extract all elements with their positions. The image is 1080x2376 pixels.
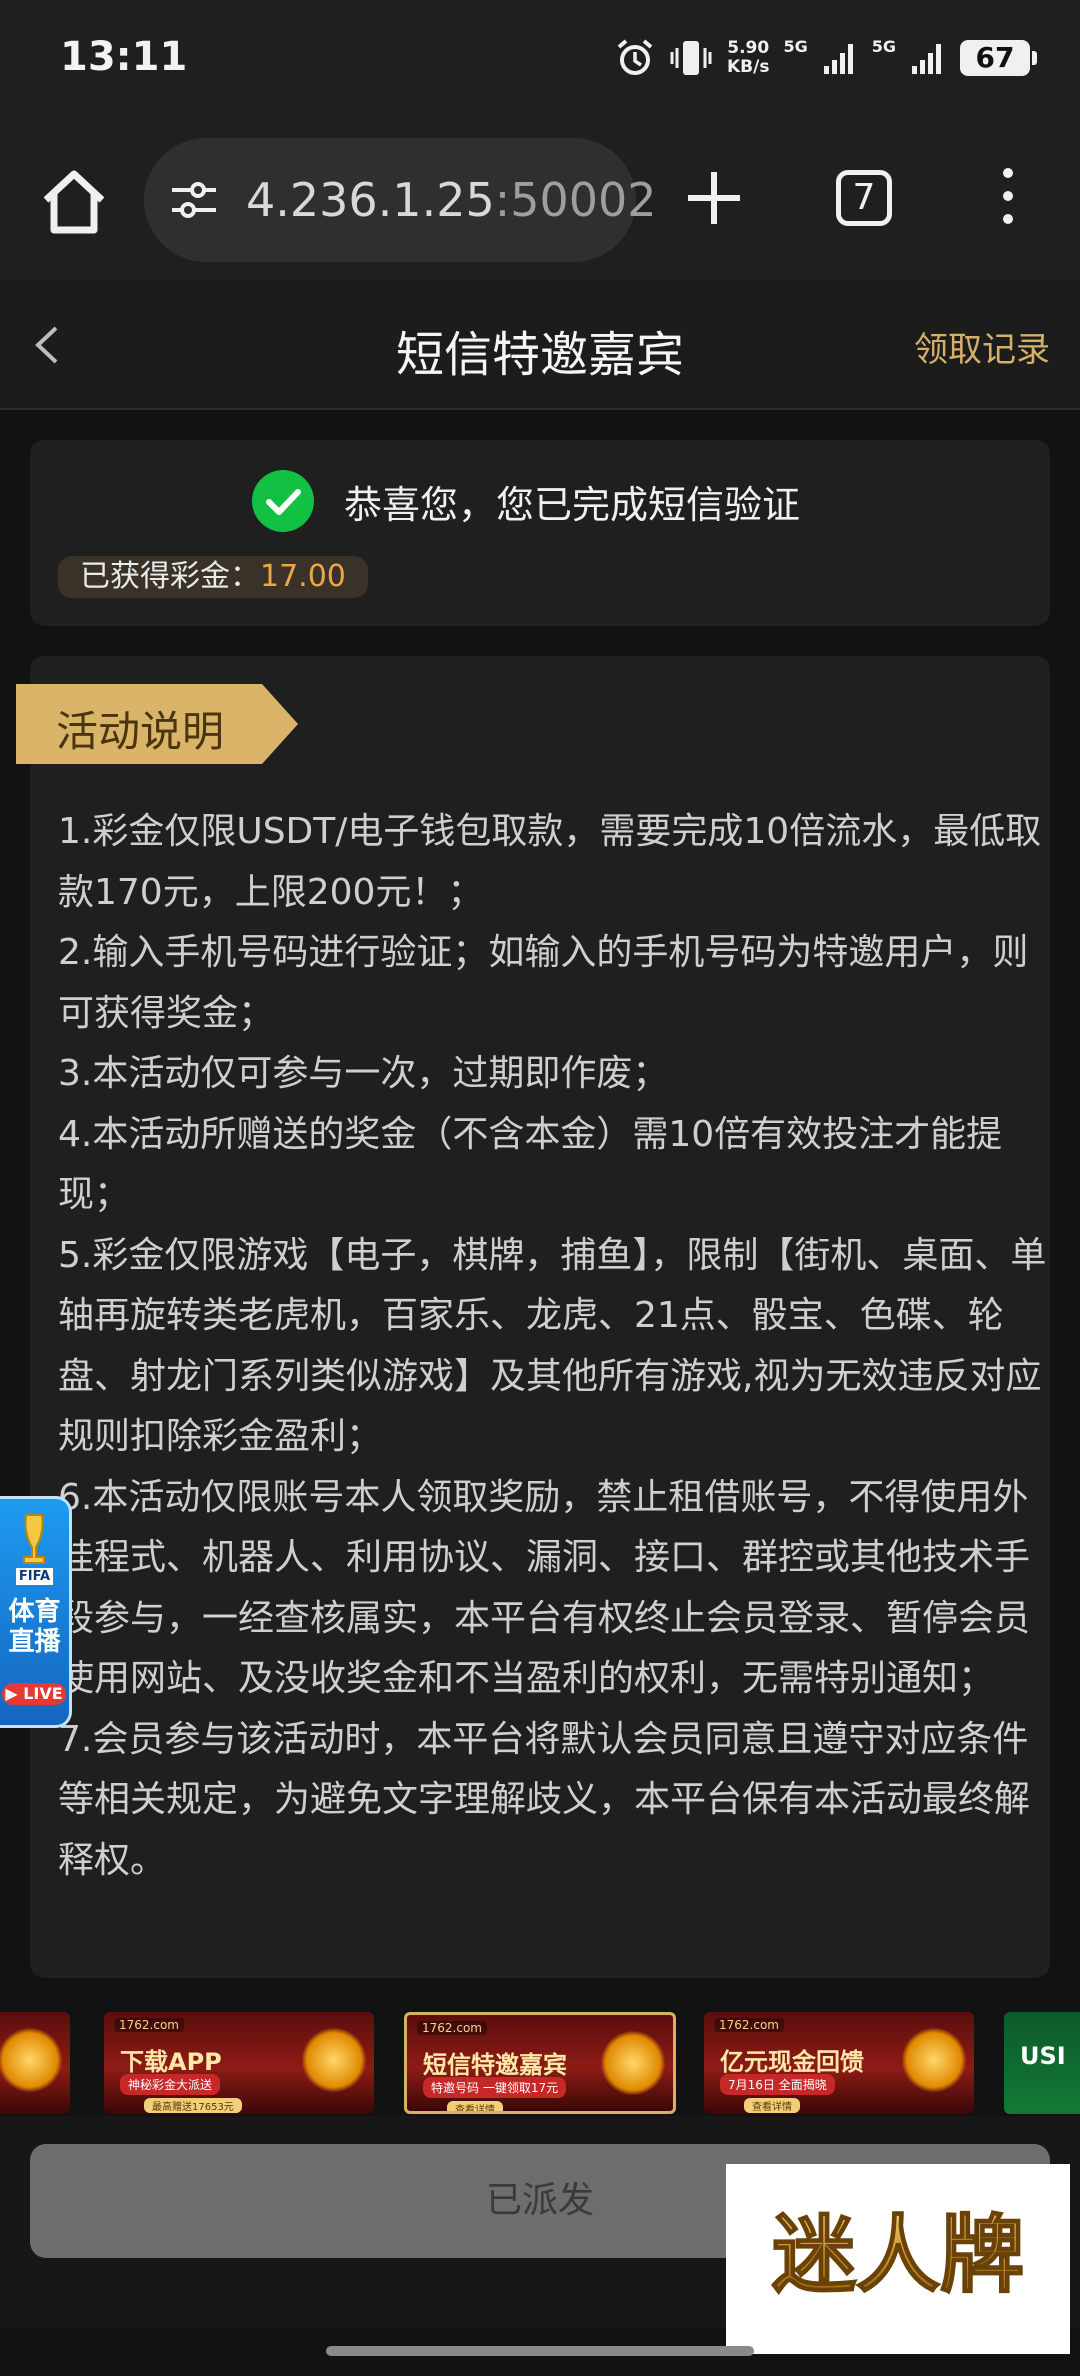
rule-item: 4.本活动所赠送的奖金（不含本金）需10倍有效投注才能提现； — [58, 1113, 1003, 1216]
network-type-label: 5G — [871, 36, 896, 56]
alarm-icon — [617, 39, 653, 75]
status-bar: 13:11 5.90 KB/s 5G 5G 67 — [0, 0, 1080, 120]
banner-decoration — [601, 2031, 665, 2095]
fifa-label: FIFA — [0, 1568, 69, 1585]
live-tag: ▶ LIVE — [2, 1683, 66, 1705]
gesture-navigation-bar[interactable] — [326, 2346, 754, 2356]
bonus-amount: 17.00 — [260, 559, 346, 594]
rule-item: 6.本活动仅限账号本人领取奖励，禁止租借账号，不得使用外挂程式、机器人、利用协议… — [58, 1476, 1031, 1700]
net-speed: 5.90 KB/s — [727, 38, 770, 77]
more-vert-icon[interactable] — [998, 168, 1018, 232]
promo-banner-carousel[interactable]: 1762.com 下载APP 神秘彩金大派送 最高赠送17653元 1762.c… — [0, 2002, 1080, 2114]
rule-item: 2.输入手机号码进行验证；如输入的手机号码为特邀用户，则可获得奖金； — [58, 932, 1029, 1034]
promo-banner-active[interactable]: 1762.com 短信特邀嘉宾 特邀号码 一键领取17元 查看详情 — [404, 2012, 676, 2114]
svg-text:迷人牌: 迷人牌 — [772, 2206, 1024, 2304]
rules-list: 1.彩金仅限USDT/电子钱包取款，需要完成10倍流水，最低取款170元，上限2… — [58, 802, 1048, 1891]
banner-decoration — [902, 2028, 966, 2092]
activity-rules-card: 活动说明 1.彩金仅限USDT/电子钱包取款，需要完成10倍流水，最低取款170… — [16, 656, 1050, 1978]
watermark-logo: 迷人牌 — [726, 2164, 1070, 2354]
plus-icon[interactable] — [684, 168, 744, 228]
trophy-icon — [23, 1514, 45, 1564]
browser-toolbar: 4.236.1.25:50002 7 — [0, 120, 1080, 280]
network-type-label: 5G — [783, 36, 808, 56]
verification-success-card: 恭喜您，您已完成短信验证 已获得彩金：17.00 — [30, 440, 1050, 626]
url-host: 4.236.1.25 — [246, 173, 495, 227]
address-bar[interactable]: 4.236.1.25:50002 — [144, 138, 657, 262]
rules-title: 活动说明 — [56, 707, 225, 756]
rule-item: 7.会员参与该活动时，本平台将默认会员同意且遵守对应条件等相关规定，为避免文字理… — [58, 1718, 1031, 1881]
bonus-badge: 已获得彩金：17.00 — [58, 556, 368, 598]
promo-banner[interactable]: 1762.com 亿元现金回馈 7月16日 全面揭晓 查看详情 — [704, 2012, 974, 2114]
page-header: 短信特邀嘉宾 领取记录 — [0, 280, 1080, 410]
signal-icon — [912, 44, 941, 74]
home-icon[interactable] — [38, 160, 110, 240]
tabs-button[interactable]: 7 — [836, 170, 892, 226]
rule-item: 3.本活动仅可参与一次，过期即作废； — [58, 1053, 669, 1094]
promo-banner[interactable]: USI — [1004, 2012, 1080, 2114]
bonus-label: 已获得彩金： — [80, 559, 260, 594]
status-time: 13:11 — [60, 34, 188, 80]
url-port: :50002 — [494, 173, 657, 227]
check-circle-icon — [252, 470, 314, 532]
sports-live-label: 体育 直播 — [8, 1597, 61, 1657]
promo-banner[interactable] — [0, 2012, 70, 2114]
tune-icon[interactable] — [170, 180, 218, 220]
banner-decoration — [302, 2028, 366, 2092]
vibrate-icon — [670, 41, 712, 75]
banner-decoration — [0, 2028, 62, 2092]
sports-live-float-button[interactable]: FIFA 体育 直播 ▶ LIVE — [0, 1496, 72, 1728]
rule-item: 5.彩金仅限游戏【电子，棋牌，捕鱼】，限制【街机、桌面、单轴再旋转类老虎机，百家… — [58, 1234, 1047, 1458]
status-icons: 5.90 KB/s 5G 5G 67 — [615, 36, 1037, 78]
battery-indicator: 67 — [960, 40, 1037, 76]
success-message: 恭喜您，您已完成短信验证 — [344, 483, 801, 527]
rules-title-tag: 活动说明 — [16, 684, 298, 764]
rule-item: 1.彩金仅限USDT/电子钱包取款，需要完成10倍流水，最低取款170元，上限2… — [58, 811, 1042, 913]
url-text: 4.236.1.25:50002 — [246, 138, 657, 262]
claim-records-link[interactable]: 领取记录 — [914, 322, 1050, 371]
promo-banner[interactable]: 1762.com 下载APP 神秘彩金大派送 最高赠送17653元 — [104, 2012, 374, 2114]
signal-icon — [823, 44, 853, 74]
